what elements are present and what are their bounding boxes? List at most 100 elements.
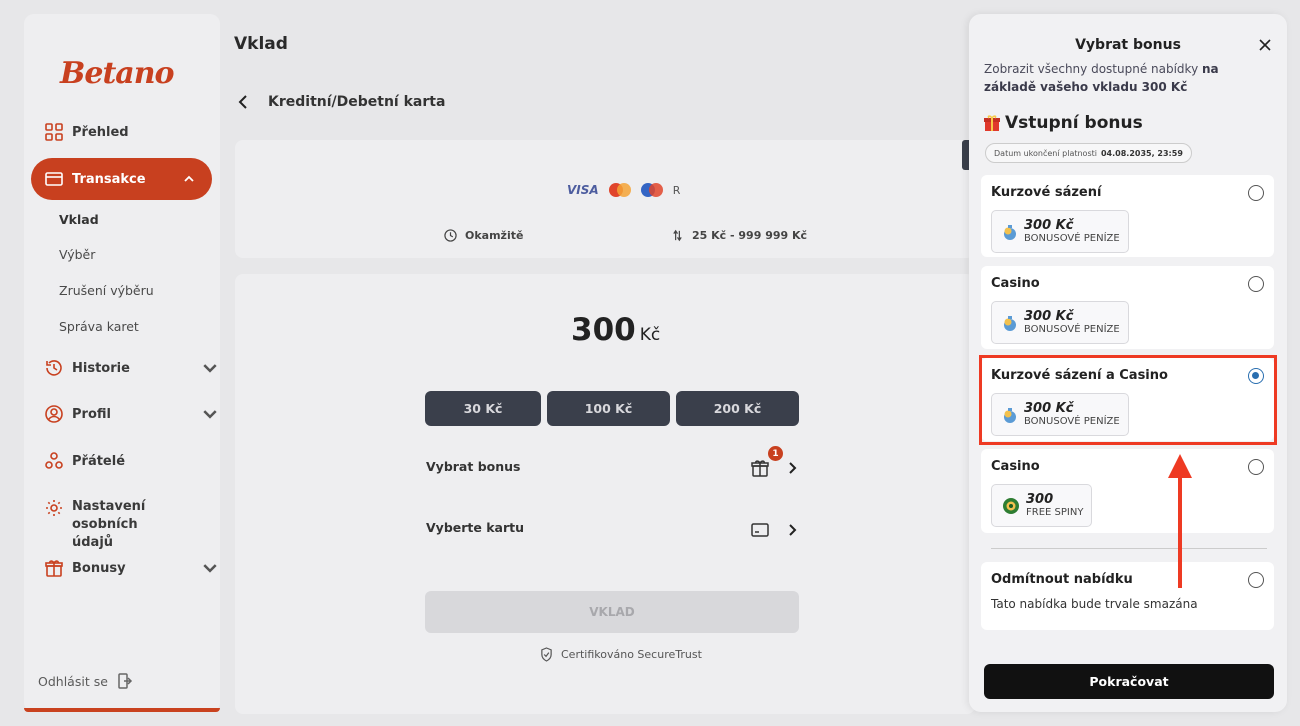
- expiry-label: Datum ukončení platnosti: [994, 148, 1097, 158]
- payment-method-title: Kreditní/Debetní karta: [268, 94, 446, 110]
- sidebar-item-friends[interactable]: Přátelé: [44, 451, 125, 471]
- history-icon: [46, 360, 62, 376]
- continue-button[interactable]: Pokračovat: [984, 664, 1274, 699]
- decline-radio[interactable]: [1248, 572, 1264, 588]
- sidebar-item-label: Historie: [72, 360, 130, 376]
- card-icon: [45, 172, 63, 186]
- visa-logo: VISA: [567, 183, 599, 197]
- deposit-limits-text: 25 Kč - 999 999 Kč: [692, 229, 808, 242]
- sidebar-subitem-cancel-withdraw[interactable]: Zrušení výběru: [59, 283, 154, 298]
- bonus-radio[interactable]: [1248, 459, 1264, 475]
- grid-icon: [45, 123, 63, 141]
- deposit-speed-text: Okamžitě: [465, 229, 524, 242]
- clock-icon: [444, 229, 457, 242]
- sidebar-item-label: Bonusy: [72, 560, 126, 576]
- bonus-radio[interactable]: [1248, 185, 1264, 201]
- preset-amount-button[interactable]: 200 Kč: [676, 391, 799, 426]
- chevron-right-icon[interactable]: [786, 461, 798, 475]
- divider: [991, 548, 1267, 549]
- swap-arrows-icon: [673, 229, 682, 242]
- logout-button[interactable]: Odhlásit se: [38, 672, 134, 690]
- amount-value: 300: [571, 312, 636, 348]
- sidebar-item-overview[interactable]: Přehled: [44, 122, 129, 142]
- chevron-down-icon: [203, 410, 217, 419]
- expiry-value: 04.08.2035, 23:59: [1100, 148, 1183, 158]
- gift-icon[interactable]: [750, 458, 770, 478]
- sidebar-subitem-deposit[interactable]: Vklad: [59, 212, 99, 227]
- bonus-radio[interactable]: [1248, 276, 1264, 292]
- bonus-type: BONUSOVÉ PENÍZE: [1024, 232, 1120, 244]
- decline-option-description: Tato nabídka bude trvale smazána: [991, 597, 1198, 611]
- page-title: Vklad: [234, 34, 288, 54]
- sidebar-item-bonuses[interactable]: Bonusy: [44, 558, 220, 578]
- deposit-speed: Okamžitě: [444, 229, 523, 242]
- extra-logo: R: [672, 183, 681, 197]
- maestro-logo: [640, 183, 663, 197]
- bonus-option[interactable]: Casino 300 FREE SPINY: [981, 449, 1274, 533]
- secure-text: Certifikováno SecureTrust: [561, 648, 702, 661]
- chevron-up-icon: [184, 175, 194, 182]
- payment-method-header: Kreditní/Debetní karta: [236, 94, 445, 110]
- select-bonus-row[interactable]: Vybrat bonus: [426, 459, 520, 474]
- sidebar-item-label: Transakce: [72, 171, 146, 187]
- deposit-button[interactable]: VKLAD: [425, 591, 799, 633]
- payment-method-card: [235, 140, 975, 258]
- section-title-text: Vstupní bonus: [1005, 113, 1143, 133]
- logout-icon: [118, 673, 132, 689]
- decline-option[interactable]: Odmítnout nabídku Tato nabídka bude trva…: [981, 562, 1274, 630]
- preset-amount-button[interactable]: 100 Kč: [547, 391, 670, 426]
- chevron-right-icon[interactable]: [786, 523, 798, 537]
- sidebar-item-label: Profil: [72, 406, 111, 422]
- sidebar-subitem-manage-cards[interactable]: Správa karet: [59, 319, 139, 334]
- modal-description-text: Zobrazit všechny dostupné nabídky: [984, 62, 1202, 76]
- bonus-amount: 300 Kč: [1024, 308, 1074, 324]
- select-card-row[interactable]: Vyberte kartu: [426, 520, 524, 535]
- bonus-type: FREE SPINY: [1026, 506, 1084, 518]
- decline-option-title: Odmítnout nabídku: [991, 572, 1133, 587]
- sidebar-item-history[interactable]: Historie: [44, 358, 220, 378]
- expiry-pill: Datum ukončení platnosti 04.08.2035, 23:…: [985, 143, 1192, 163]
- user-icon: [45, 405, 63, 423]
- bonus-amount: 300: [1026, 491, 1054, 507]
- back-arrow-icon[interactable]: [236, 94, 250, 110]
- sidebar: Betano Přehled Transakce Vklad Výběr Zru…: [24, 14, 220, 712]
- bonus-type: BONUSOVÉ PENÍZE: [1024, 323, 1120, 335]
- logout-label: Odhlásit se: [38, 673, 108, 689]
- bonus-option[interactable]: Kurzové sázení 300 Kč BONUSOVÉ PENÍZE: [981, 175, 1274, 257]
- amount-currency: Kč: [639, 325, 661, 345]
- securetrust-badge: Certifikováno SecureTrust: [540, 647, 702, 662]
- payment-logos: VISA R: [567, 183, 680, 197]
- sidebar-item-profile[interactable]: Profil: [44, 404, 220, 424]
- annotation-arrow-icon: [1168, 454, 1192, 588]
- betano-logo[interactable]: Betano: [60, 56, 175, 91]
- deposit-limits: 25 Kč - 999 999 Kč: [671, 229, 807, 242]
- gift-box-icon: [984, 115, 1000, 131]
- bonus-option-title: Casino: [991, 276, 1040, 291]
- preset-amount-button[interactable]: 30 Kč: [425, 391, 541, 426]
- sidebar-item-transactions[interactable]: Transakce: [31, 158, 212, 200]
- gift-icon: [45, 560, 63, 577]
- bonus-chip: 300 Kč BONUSOVÉ PENÍZE: [991, 210, 1129, 253]
- bonus-option[interactable]: Casino 300 Kč BONUSOVÉ PENÍZE: [981, 266, 1274, 349]
- sidebar-accent-bar: [24, 708, 220, 712]
- sidebar-item-personal-settings[interactable]: Nastavení osobních údajů: [44, 498, 172, 552]
- modal-description: Zobrazit všechny dostupné nabídky na zák…: [984, 60, 1274, 96]
- sidebar-subitem-withdraw[interactable]: Výběr: [59, 247, 95, 262]
- mastercard-logo: [608, 183, 631, 197]
- bonus-count-badge: 1: [768, 446, 783, 461]
- bonus-chip: 300 FREE SPINY: [991, 484, 1093, 527]
- bonus-amount: 300 Kč: [1024, 217, 1074, 233]
- free-spins-icon: [1003, 497, 1019, 514]
- bonus-option-title: Casino: [991, 459, 1040, 474]
- sidebar-item-label: Nastavení osobních údajů: [72, 499, 146, 550]
- gear-icon: [46, 500, 62, 516]
- sidebar-item-label: Přehled: [72, 124, 129, 140]
- sidebar-item-label: Přátelé: [72, 453, 126, 469]
- chevron-down-icon: [203, 564, 217, 573]
- money-bag-icon: [1004, 224, 1016, 240]
- shield-icon: [541, 647, 552, 662]
- chevron-down-icon: [203, 364, 217, 373]
- amount-display[interactable]: 300 Kč: [571, 312, 660, 348]
- card-icon[interactable]: [750, 521, 770, 539]
- close-icon[interactable]: [1258, 38, 1272, 52]
